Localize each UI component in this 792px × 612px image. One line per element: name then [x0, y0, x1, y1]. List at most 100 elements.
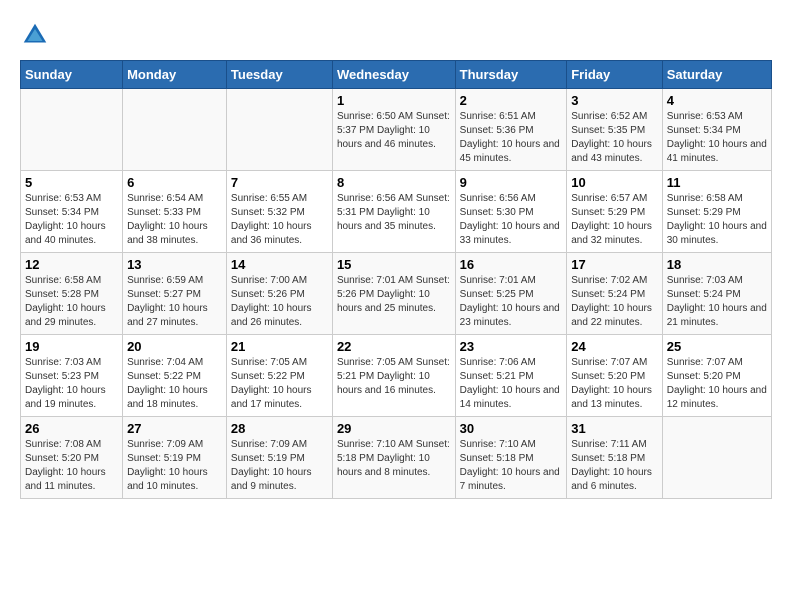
day-info: Sunrise: 7:02 AM Sunset: 5:24 PM Dayligh… [571, 274, 658, 330]
calendar-cell: 8 Sunrise: 6:56 AM Sunset: 5:31 PM Daylig… [332, 171, 455, 253]
day-info: Sunrise: 7:01 AM Sunset: 5:25 PM Dayligh… [460, 274, 563, 330]
calendar-cell: 4Sunrise: 6:53 AM Sunset: 5:34 PM Daylig… [662, 89, 771, 171]
calendar-cell: 16 Sunrise: 7:01 AM Sunset: 5:25 PM Dayli… [455, 253, 567, 335]
calendar-cell: 12 Sunrise: 6:58 AM Sunset: 5:28 PM Dayli… [21, 253, 123, 335]
day-number: 22 [337, 339, 451, 354]
day-header-wednesday: Wednesday [332, 61, 455, 89]
week-row-4: 19 Sunrise: 7:03 AM Sunset: 5:23 PM Dayli… [21, 335, 772, 417]
day-number: 14 [231, 257, 328, 272]
calendar-cell: 19 Sunrise: 7:03 AM Sunset: 5:23 PM Dayli… [21, 335, 123, 417]
day-header-tuesday: Tuesday [226, 61, 332, 89]
calendar-cell: 11 Sunrise: 6:58 AM Sunset: 5:29 PM Dayli… [662, 171, 771, 253]
day-info: Sunrise: 7:07 AM Sunset: 5:20 PM Dayligh… [667, 356, 767, 412]
calendar-cell: 30Sunrise: 7:10 AM Sunset: 5:18 PM Dayli… [455, 417, 567, 499]
day-info: Sunrise: 7:10 AM Sunset: 5:18 PM Dayligh… [337, 438, 451, 480]
day-header-thursday: Thursday [455, 61, 567, 89]
calendar-cell: 14 Sunrise: 7:00 AM Sunset: 5:26 PM Dayli… [226, 253, 332, 335]
day-number: 23 [460, 339, 563, 354]
page-header [20, 20, 772, 50]
calendar-cell: 2 Sunrise: 6:51 AM Sunset: 5:36 PM Daylig… [455, 89, 567, 171]
calendar-cell: 20 Sunrise: 7:04 AM Sunset: 5:22 PM Dayli… [123, 335, 227, 417]
day-number: 31 [571, 421, 658, 436]
calendar-cell: 29 Sunrise: 7:10 AM Sunset: 5:18 PM Dayli… [332, 417, 455, 499]
day-number: 3 [571, 93, 658, 108]
calendar-cell: 18 Sunrise: 7:03 AM Sunset: 5:24 PM Dayli… [662, 253, 771, 335]
day-number: 24 [571, 339, 658, 354]
calendar-cell: 26 Sunrise: 7:08 AM Sunset: 5:20 PM Dayli… [21, 417, 123, 499]
day-info: Sunrise: 7:03 AM Sunset: 5:23 PM Dayligh… [25, 356, 118, 412]
calendar-cell [21, 89, 123, 171]
day-info: Sunrise: 6:58 AM Sunset: 5:28 PM Dayligh… [25, 274, 118, 330]
calendar-cell: 24Sunrise: 7:07 AM Sunset: 5:20 PM Dayli… [567, 335, 663, 417]
day-header-monday: Monday [123, 61, 227, 89]
day-info: Sunrise: 6:53 AM Sunset: 5:34 PM Dayligh… [25, 192, 118, 248]
day-info: Sunrise: 7:01 AM Sunset: 5:26 PM Dayligh… [337, 274, 451, 316]
day-number: 11 [667, 175, 767, 190]
day-number: 1 [337, 93, 451, 108]
calendar-cell: 1Sunrise: 6:50 AM Sunset: 5:37 PM Daylig… [332, 89, 455, 171]
day-number: 18 [667, 257, 767, 272]
day-number: 5 [25, 175, 118, 190]
day-number: 8 [337, 175, 451, 190]
day-number: 17 [571, 257, 658, 272]
day-number: 26 [25, 421, 118, 436]
day-number: 20 [127, 339, 222, 354]
day-number: 9 [460, 175, 563, 190]
day-number: 21 [231, 339, 328, 354]
day-info: Sunrise: 6:55 AM Sunset: 5:32 PM Dayligh… [231, 192, 328, 248]
day-info: Sunrise: 7:09 AM Sunset: 5:19 PM Dayligh… [127, 438, 222, 494]
day-number: 30 [460, 421, 563, 436]
calendar-cell [226, 89, 332, 171]
day-number: 25 [667, 339, 767, 354]
calendar-cell: 6 Sunrise: 6:54 AM Sunset: 5:33 PM Daylig… [123, 171, 227, 253]
day-header-sunday: Sunday [21, 61, 123, 89]
day-number: 27 [127, 421, 222, 436]
day-info: Sunrise: 6:56 AM Sunset: 5:31 PM Dayligh… [337, 192, 451, 234]
calendar-table: SundayMondayTuesdayWednesdayThursdayFrid… [20, 60, 772, 499]
calendar-cell: 25 Sunrise: 7:07 AM Sunset: 5:20 PM Dayli… [662, 335, 771, 417]
calendar-cell: 5 Sunrise: 6:53 AM Sunset: 5:34 PM Daylig… [21, 171, 123, 253]
week-row-3: 12 Sunrise: 6:58 AM Sunset: 5:28 PM Dayli… [21, 253, 772, 335]
day-info: Sunrise: 6:57 AM Sunset: 5:29 PM Dayligh… [571, 192, 658, 248]
calendar-cell: 23 Sunrise: 7:06 AM Sunset: 5:21 PM Dayli… [455, 335, 567, 417]
day-info: Sunrise: 7:00 AM Sunset: 5:26 PM Dayligh… [231, 274, 328, 330]
week-row-1: 1Sunrise: 6:50 AM Sunset: 5:37 PM Daylig… [21, 89, 772, 171]
calendar-cell: 21 Sunrise: 7:05 AM Sunset: 5:22 PM Dayli… [226, 335, 332, 417]
day-info: Sunrise: 6:54 AM Sunset: 5:33 PM Dayligh… [127, 192, 222, 248]
day-info: Sunrise: 7:05 AM Sunset: 5:21 PM Dayligh… [337, 356, 451, 398]
day-info: Sunrise: 6:56 AM Sunset: 5:30 PM Dayligh… [460, 192, 563, 248]
calendar-cell: 31 Sunrise: 7:11 AM Sunset: 5:18 PM Dayli… [567, 417, 663, 499]
day-number: 13 [127, 257, 222, 272]
logo-icon [20, 20, 50, 50]
day-info: Sunrise: 7:06 AM Sunset: 5:21 PM Dayligh… [460, 356, 563, 412]
day-info: Sunrise: 7:11 AM Sunset: 5:18 PM Dayligh… [571, 438, 658, 494]
day-info: Sunrise: 7:08 AM Sunset: 5:20 PM Dayligh… [25, 438, 118, 494]
day-number: 12 [25, 257, 118, 272]
day-info: Sunrise: 7:04 AM Sunset: 5:22 PM Dayligh… [127, 356, 222, 412]
day-number: 2 [460, 93, 563, 108]
day-number: 6 [127, 175, 222, 190]
calendar-cell [123, 89, 227, 171]
day-number: 10 [571, 175, 658, 190]
calendar-cell: 27 Sunrise: 7:09 AM Sunset: 5:19 PM Dayli… [123, 417, 227, 499]
day-number: 7 [231, 175, 328, 190]
calendar-cell: 7 Sunrise: 6:55 AM Sunset: 5:32 PM Daylig… [226, 171, 332, 253]
day-info: Sunrise: 7:09 AM Sunset: 5:19 PM Dayligh… [231, 438, 328, 494]
calendar-cell [662, 417, 771, 499]
day-number: 28 [231, 421, 328, 436]
day-number: 29 [337, 421, 451, 436]
days-header-row: SundayMondayTuesdayWednesdayThursdayFrid… [21, 61, 772, 89]
day-number: 16 [460, 257, 563, 272]
calendar-cell: 17 Sunrise: 7:02 AM Sunset: 5:24 PM Dayli… [567, 253, 663, 335]
day-info: Sunrise: 6:51 AM Sunset: 5:36 PM Dayligh… [460, 110, 563, 166]
day-header-saturday: Saturday [662, 61, 771, 89]
day-info: Sunrise: 7:03 AM Sunset: 5:24 PM Dayligh… [667, 274, 767, 330]
calendar-cell: 28 Sunrise: 7:09 AM Sunset: 5:19 PM Dayli… [226, 417, 332, 499]
day-number: 19 [25, 339, 118, 354]
day-info: Sunrise: 6:52 AM Sunset: 5:35 PM Dayligh… [571, 110, 658, 166]
calendar-cell: 15 Sunrise: 7:01 AM Sunset: 5:26 PM Dayli… [332, 253, 455, 335]
day-info: Sunrise: 7:05 AM Sunset: 5:22 PM Dayligh… [231, 356, 328, 412]
calendar-cell: 3 Sunrise: 6:52 AM Sunset: 5:35 PM Daylig… [567, 89, 663, 171]
day-number: 15 [337, 257, 451, 272]
day-info: Sunrise: 6:58 AM Sunset: 5:29 PM Dayligh… [667, 192, 767, 248]
